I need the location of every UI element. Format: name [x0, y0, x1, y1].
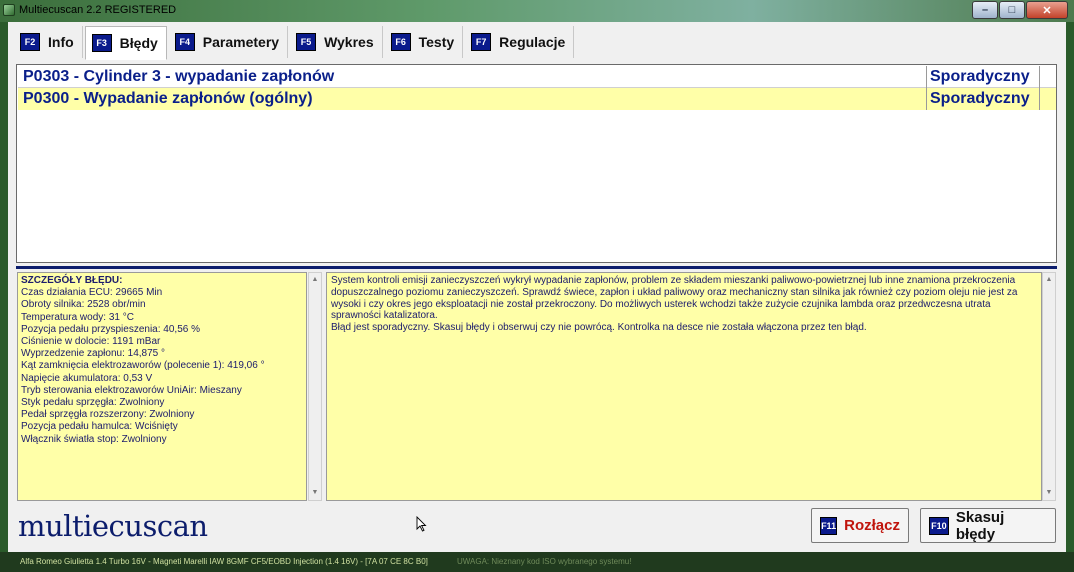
details-scrollbar[interactable]: ▲ ▼ — [308, 272, 322, 501]
tab-label: Błędy — [119, 35, 158, 51]
f4-key-icon: F4 — [174, 33, 195, 51]
details-line: Ciśnienie w dolocie: 1191 mBar — [21, 336, 161, 348]
scroll-up-icon[interactable]: ▲ — [309, 274, 321, 286]
f5-key-icon: F5 — [296, 33, 317, 51]
fault-row-selected[interactable]: P0300 - Wypadanie zapłonów (ogólny) Spor… — [18, 88, 1056, 110]
description-scrollbar[interactable]: ▲ ▼ — [1042, 272, 1056, 501]
tab-parametery[interactable]: F4 Parametery — [169, 26, 289, 58]
tab-wykres[interactable]: F5 Wykres — [290, 26, 383, 58]
details-line: Wyprzedzenie zapłonu: 14,875 ° — [21, 348, 165, 360]
fault-code: P0300 - Wypadanie zapłonów (ogólny) — [23, 90, 313, 107]
tab-label: Parametery — [202, 34, 280, 50]
details-line: Pozycja pedału hamulca: Wciśnięty — [21, 421, 178, 433]
description-paragraph: System kontroli emisji zanieczyszczeń wy… — [331, 275, 1018, 322]
f7-key-icon: F7 — [471, 33, 492, 51]
fault-details-panel: SZCZEGÓŁY BŁĘDU: Czas działania ECU: 296… — [17, 272, 307, 501]
details-line: Temperatura wody: 31 °C — [21, 311, 134, 323]
f3-key-icon: F3 — [91, 34, 112, 52]
details-line: Tryb sterowania elektrozaworów UniAir: M… — [21, 384, 242, 396]
title-bar: Multiecuscan 2.2 REGISTERED – □ ✕ — [0, 0, 1074, 22]
fault-status: Sporadyczny — [926, 88, 1040, 110]
tab-label: Info — [48, 34, 74, 50]
details-line: Napięcie akumulatora: 0,53 V — [21, 372, 153, 384]
details-line: Czas działania ECU: 29665 Min — [21, 287, 163, 299]
disconnect-button[interactable]: F11 Rozłącz — [811, 508, 909, 543]
scroll-up-icon[interactable]: ▲ — [1043, 274, 1055, 286]
fault-description-panel: System kontroli emisji zanieczyszczeń wy… — [326, 272, 1042, 501]
tab-label: Regulacje — [499, 34, 566, 50]
fault-code: P0303 - Cylinder 3 - wypadanie zapłonów — [23, 68, 335, 85]
disconnect-label: Rozłącz — [844, 517, 900, 534]
maximize-button[interactable]: □ — [999, 1, 1025, 19]
window-controls: – □ ✕ — [972, 1, 1068, 19]
tab-label: Testy — [418, 34, 455, 50]
details-line: Pedał sprzęgła rozszerzony: Zwolniony — [21, 409, 195, 421]
close-icon: ✕ — [1042, 4, 1052, 17]
scroll-down-icon[interactable]: ▼ — [309, 487, 321, 499]
tab-regulacje[interactable]: F7 Regulacje — [465, 26, 575, 58]
close-button[interactable]: ✕ — [1026, 1, 1068, 19]
main-frame: F2 Info F3 Błędy F4 Parametery F5 Wykres… — [8, 22, 1066, 552]
minimize-button[interactable]: – — [972, 1, 998, 19]
vehicle-info: Alfa Romeo Giulietta 1.4 Turbo 16V - Mag… — [20, 557, 428, 566]
details-line: Obroty silnika: 2528 obr/min — [21, 299, 146, 311]
status-bar: Alfa Romeo Giulietta 1.4 Turbo 16V - Mag… — [0, 552, 1074, 572]
f10-key-icon: F10 — [929, 516, 949, 535]
window-title: Multiecuscan 2.2 REGISTERED — [19, 4, 177, 16]
panel-divider — [16, 266, 1057, 269]
fault-row[interactable]: P0303 - Cylinder 3 - wypadanie zapłonów … — [18, 66, 1056, 88]
tab-bledy[interactable]: F3 Błędy — [84, 26, 167, 60]
scroll-down-icon[interactable]: ▼ — [1043, 487, 1055, 499]
f11-key-icon: F11 — [820, 516, 838, 535]
fault-status: Sporadyczny — [926, 66, 1040, 88]
description-paragraph: Błąd jest sporadyczny. Skasuj błędy i ob… — [331, 322, 867, 334]
details-line: Kąt zamknięcia elektrozaworów (polecenie… — [21, 360, 265, 372]
mouse-cursor-icon — [416, 516, 427, 532]
maximize-icon: □ — [1008, 4, 1016, 16]
multiecuscan-logo: multiecuscan — [18, 509, 208, 543]
tab-info[interactable]: F2 Info — [14, 26, 83, 58]
clear-faults-label: Skasuj błędy — [955, 508, 1005, 543]
details-line: Styk pedału sprzęgła: Zwolniony — [21, 397, 165, 409]
tab-testy[interactable]: F6 Testy — [385, 26, 464, 58]
f6-key-icon: F6 — [390, 33, 411, 51]
fault-list: P0303 - Cylinder 3 - wypadanie zapłonów … — [16, 64, 1057, 263]
details-line: Włącznik światła stop: Zwolniony — [21, 433, 167, 445]
clear-faults-button[interactable]: F10 Skasuj błędy — [920, 508, 1056, 543]
details-heading: SZCZEGÓŁY BŁĘDU: — [21, 275, 123, 286]
details-line: Pozycja pedału przyspieszenia: 40,56 % — [21, 323, 200, 335]
app-icon — [3, 4, 15, 16]
minimize-icon: – — [981, 4, 989, 16]
f2-key-icon: F2 — [20, 33, 40, 51]
status-warning: UWAGA: Nieznany kod ISO wybranego system… — [457, 557, 632, 566]
tab-bar: F2 Info F3 Błędy F4 Parametery F5 Wykres… — [14, 26, 576, 60]
tab-label: Wykres — [324, 34, 374, 50]
